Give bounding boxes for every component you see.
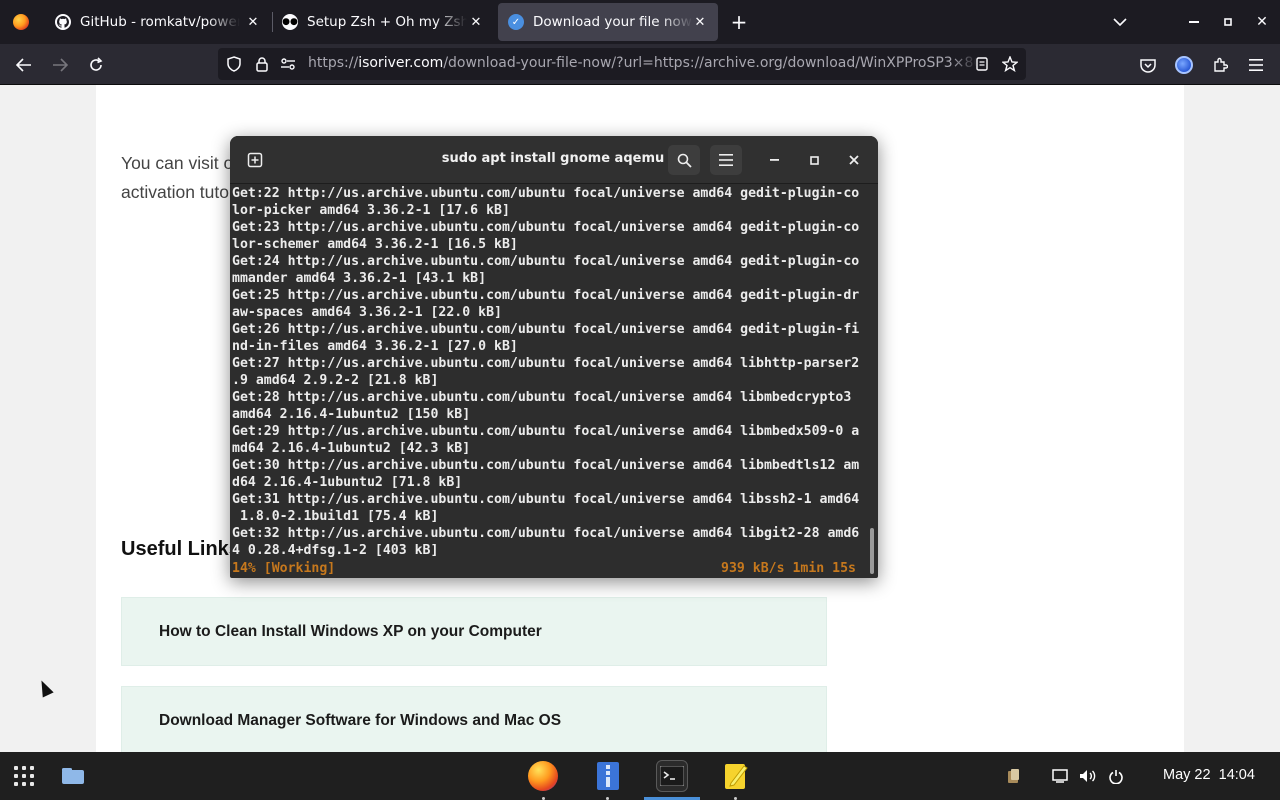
terminal-line: Get:22 http://us.archive.ubuntu.com/ubun… [232,186,860,201]
terminal-line: .9 amd64 2.9.2-2 [21.8 kB] [232,373,439,388]
tab-title: GitHub - romkatv/powerlevel10k [80,14,240,30]
app-grid-icon[interactable] [12,764,36,788]
terminal-window[interactable]: sudo apt install gnome aqemu Get:22 http… [230,136,878,578]
terminal-line: Get:28 http://us.archive.ubuntu.com/ubun… [232,390,860,405]
isoriver-icon: ✓ [508,14,524,30]
browser-nav-bar: https://isoriver.com/download-your-file-… [0,44,1280,85]
terminal-search-icon[interactable] [668,145,700,175]
taskbar: May 22 14:04 [0,752,1280,800]
app-menu-icon[interactable] [1242,51,1270,79]
tab-medium[interactable]: ●● Setup Zsh + Oh my Zsh + Powerlevel10k… [272,3,494,41]
useful-link-download-manager[interactable]: Download Manager Software for Windows an… [121,686,827,752]
terminal-minimize-button[interactable] [762,148,786,172]
terminal-line: mmander amd64 3.36.2-1 [43.1 kB] [232,271,487,286]
power-icon[interactable] [1106,766,1126,786]
url-text[interactable]: https://isoriver.com/download-your-file-… [308,55,978,71]
pocket-icon[interactable] [1134,51,1162,79]
close-window-button[interactable]: ✕ [1251,11,1273,33]
tab-title: Download your file now - ISORiver [533,14,693,30]
clock-time: 14:04 [1218,767,1255,783]
apt-progress-text: 14% [Working] [232,561,336,576]
volume-icon[interactable] [1078,766,1098,786]
close-tab-icon[interactable]: ✕ [466,12,486,32]
terminal-line: d64 2.16.4-1ubuntu2 [71.8 kB] [232,475,463,490]
terminal-line: Get:29 http://us.archive.ubuntu.com/ubun… [232,424,860,439]
tracking-protection-shield-icon[interactable] [224,54,244,74]
clipboard-icon[interactable] [1004,766,1024,786]
address-bar[interactable]: https://isoriver.com/download-your-file-… [218,48,1026,80]
terminal-menu-icon[interactable] [710,145,742,175]
text-editor-icon[interactable] [592,760,624,792]
terminal-header-bar[interactable]: sudo apt install gnome aqemu [230,136,878,184]
terminal-line: Get:24 http://us.archive.ubuntu.com/ubun… [232,254,860,269]
workspaces-icon[interactable] [60,764,86,788]
terminal-line: Get:25 http://us.archive.ubuntu.com/ubun… [232,288,860,303]
new-tab-button[interactable]: + [728,10,750,34]
account-avatar-icon[interactable] [1170,51,1198,79]
link-label: Download Manager Software for Windows an… [159,711,562,729]
terminal-icon[interactable] [656,760,688,792]
useful-link-clean-install-xp[interactable]: How to Clean Install Windows XP on your … [121,597,827,666]
terminal-line: 4 0.28.4+dfsg.1-2 [403 kB] [232,543,439,558]
terminal-line: lor-schemer amd64 3.36.2-1 [16.5 kB] [232,237,518,252]
terminal-line: md64 2.16.4-1ubuntu2 [42.3 kB] [232,441,471,456]
back-button[interactable] [10,51,38,79]
useful-links-heading: Useful Links [121,538,240,560]
clock-date: May 22 [1163,767,1211,783]
notes-icon[interactable] [720,760,752,792]
terminal-line: amd64 2.16.4-1ubuntu2 [150 kB] [232,407,471,422]
extensions-icon[interactable] [1206,51,1234,79]
bookmark-star-icon[interactable] [1000,54,1020,74]
terminal-line: nd-in-files amd64 3.36.2-1 [27.0 kB] [232,339,518,354]
screen-icon[interactable] [1050,766,1070,786]
terminal-output[interactable]: Get:22 http://us.archive.ubuntu.com/ubun… [232,185,868,577]
terminal-line: lor-picker amd64 3.36.2-1 [17.6 kB] [232,203,510,218]
reader-view-icon[interactable] [972,54,992,74]
firefox-view-button[interactable] [0,0,42,44]
list-all-tabs-icon[interactable] [1109,11,1131,33]
medium-icon: ●● [282,14,298,30]
terminal-line: Get:23 http://us.archive.ubuntu.com/ubun… [232,220,860,235]
terminal-maximize-button[interactable] [802,148,826,172]
forward-button[interactable] [46,51,74,79]
terminal-line: Get:32 http://us.archive.ubuntu.com/ubun… [232,526,860,541]
close-tab-icon[interactable]: ✕ [690,12,710,32]
terminal-line: 1.8.0-2.1build1 [75.4 kB] [232,509,439,524]
firefox-icon [13,14,29,30]
apt-progress-status: 14% [Working] 939 kB/s 1min 15s [232,560,856,577]
tab-title: Setup Zsh + Oh my Zsh + Powerlevel10k [307,14,467,30]
terminal-line: Get:30 http://us.archive.ubuntu.com/ubun… [232,458,860,473]
lock-icon[interactable] [252,54,272,74]
terminal-scrollbar[interactable] [870,528,874,574]
github-icon [55,14,71,30]
reload-button[interactable] [82,51,110,79]
terminal-line: Get:27 http://us.archive.ubuntu.com/ubun… [232,356,860,371]
url-path: /download-your-file-now/?url=https://arc… [443,55,978,71]
tab-isoriver[interactable]: ✓ Download your file now - ISORiver ✕ [498,3,718,41]
new-tab-terminal-icon[interactable] [239,145,271,175]
firefox-icon[interactable] [527,760,559,792]
tab-github[interactable]: GitHub - romkatv/powerlevel10k ✕ [45,3,271,41]
terminal-line: Get:26 http://us.archive.ubuntu.com/ubun… [232,322,860,337]
permissions-icon[interactable] [278,54,298,74]
url-scheme: https:// [308,55,359,71]
link-label: How to Clean Install Windows XP on your … [159,622,542,640]
apt-download-rate: 939 kB/s 1min 15s [721,561,856,576]
maximize-window-button[interactable] [1217,11,1239,33]
browser-tab-bar: GitHub - romkatv/powerlevel10k ✕ ●● Setu… [0,0,1280,44]
minimize-window-button[interactable] [1183,11,1205,33]
terminal-close-button[interactable] [842,148,866,172]
terminal-line: Get:31 http://us.archive.ubuntu.com/ubun… [232,492,860,507]
clock[interactable]: May 22 14:04 [1163,767,1255,783]
terminal-line: aw-spaces amd64 3.36.2-1 [22.0 kB] [232,305,502,320]
close-tab-icon[interactable]: ✕ [243,12,263,32]
url-host: isoriver.com [358,55,444,71]
